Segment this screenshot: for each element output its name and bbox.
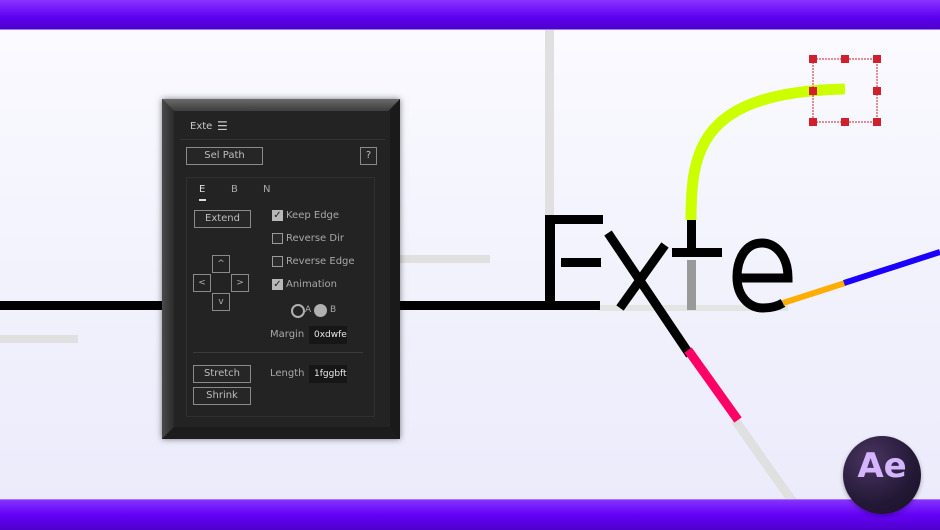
logo-text: Ae [857,446,907,486]
letter-t-stem [687,220,696,250]
tab-n[interactable]: N [263,184,270,195]
black-path-right [400,301,550,310]
margin-input[interactable]: 0xdwfe [309,326,347,344]
bottom-banner [0,499,940,530]
animation-label: Animation [286,279,337,290]
after-effects-logo: Ae [843,436,921,514]
lime-curve [685,83,846,221]
path-scene [0,30,940,508]
tab-b[interactable]: B [231,184,238,195]
panel-title: Exte [190,121,213,132]
letter-e-lower [732,238,793,313]
blue-segment [843,249,940,286]
guide-line-left [0,335,78,343]
handle-bm [841,118,849,126]
radio-a[interactable] [291,304,305,318]
animation-checkbox[interactable]: ✓ [272,279,283,290]
pink-segment [684,347,742,423]
panel-bevel [162,99,400,111]
reverse-edge-label: Reverse Edge [286,256,355,267]
reverse-dir-label: Reverse Dir [286,233,344,244]
active-tab-indicator [199,199,206,201]
radio-b[interactable] [314,304,327,317]
handle-tl [809,55,817,63]
divider [180,139,385,140]
tab-e[interactable]: E [199,184,205,195]
panel-bevel [162,99,174,439]
margin-label: Margin [270,329,305,340]
guide-line-diagonal [731,417,799,508]
hamburger-icon[interactable]: ☰ [217,119,228,133]
extend-button[interactable]: Extend [194,210,251,228]
sel-path-button[interactable]: Sel Path [186,147,263,165]
handle-mr [873,87,881,95]
length-label: Length [270,368,305,379]
radio-a-label: A [305,305,312,315]
keep-edge-label: Keep Edge [286,210,340,221]
arrow-up-button[interactable]: ^ [212,255,230,273]
black-path-left [0,301,165,310]
shrink-button[interactable]: Shrink [193,387,251,405]
radio-b-label: B [330,305,337,315]
arrow-right-button[interactable]: > [231,274,249,292]
divider [193,352,363,353]
letter-t-bar [672,248,722,257]
handle-tm [841,55,849,63]
reverse-dir-checkbox[interactable] [272,233,283,244]
handle-bl [809,118,817,126]
arrow-left-button[interactable]: < [193,274,211,292]
stretch-button[interactable]: Stretch [193,365,251,383]
handle-tr [873,55,881,63]
letter-e [545,215,603,310]
guide-line-vertical [545,30,554,220]
arrow-down-button[interactable]: v [212,293,230,311]
panel-bevel [390,99,400,439]
help-button[interactable]: ? [360,147,377,165]
panel-bevel [162,427,400,439]
keep-edge-checkbox[interactable]: ✓ [272,210,283,221]
extension-panel: Exte ☰ Sel Path ? E B N Extend ^ < > v ✓… [162,99,400,439]
letter-t-gray [687,260,696,310]
handle-ml [809,87,817,95]
handle-br [873,118,881,126]
guide-line-mid [400,255,490,263]
orange-segment [782,280,846,306]
reverse-edge-checkbox[interactable] [272,256,283,267]
length-input[interactable]: 1fggbft [309,365,347,383]
